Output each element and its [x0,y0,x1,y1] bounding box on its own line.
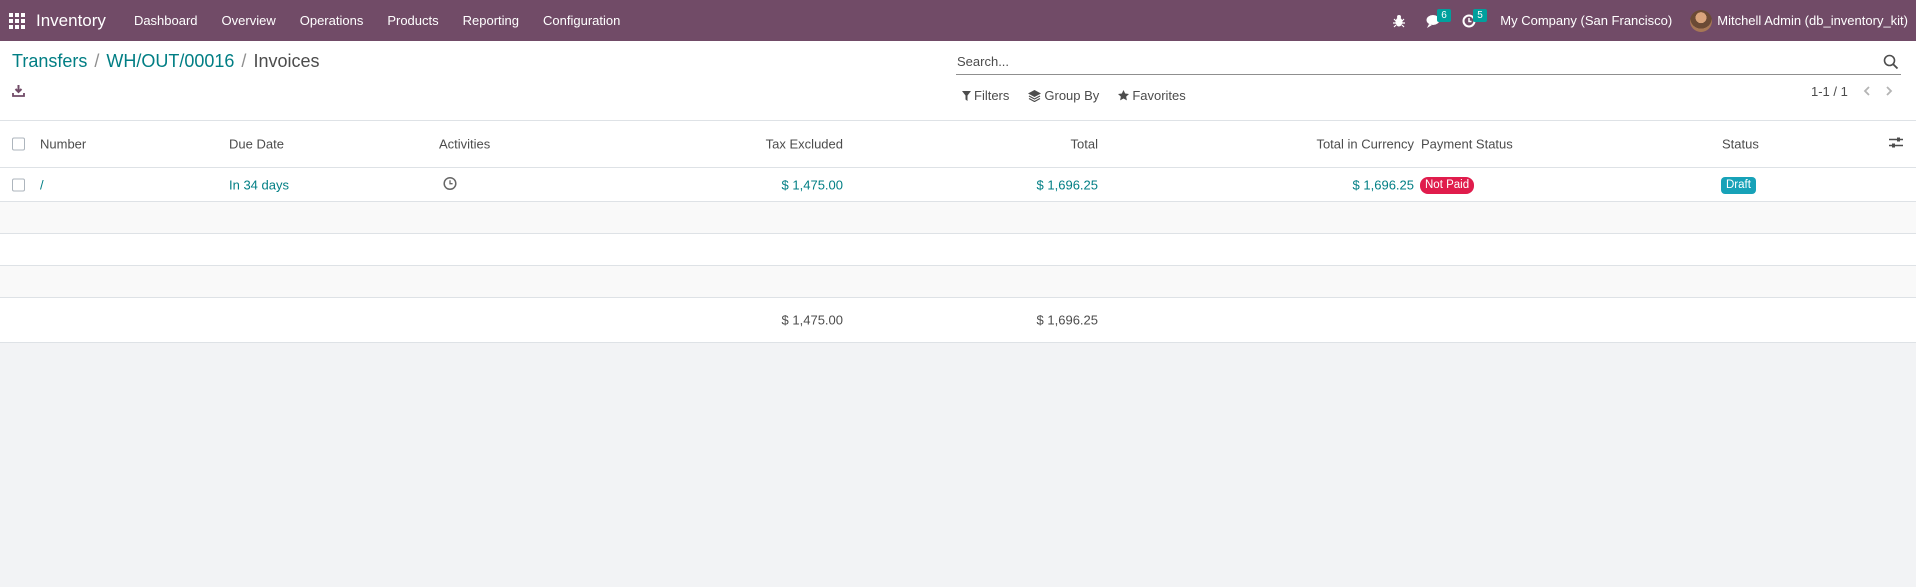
column-status[interactable]: Status [1722,137,1759,152]
favorites-button[interactable]: Favorites [1118,88,1186,103]
control-panel: Transfers / WH/OUT/00016 / Invoices Filt… [0,41,1916,121]
column-due-date[interactable]: Due Date [229,137,284,152]
not-paid-badge: Not Paid [1420,176,1475,194]
layers-icon [1028,89,1042,102]
total-in-currency-value: $ 1,696.25 [1352,177,1414,192]
column-activities[interactable]: Activities [439,137,490,152]
star-icon [1118,90,1130,101]
activities-badge: 5 [1473,9,1487,22]
total-sum: $ 1,696.25 [1036,312,1098,328]
debug-icon[interactable] [1382,0,1416,41]
company-switcher[interactable]: My Company (San Francisco) [1486,13,1690,28]
filter-icon [962,90,971,101]
menu-operations[interactable]: Operations [288,0,376,41]
payment-status-badge: Not Paid [1420,176,1475,194]
breadcrumb-separator: / [94,51,100,71]
breadcrumb: Transfers / WH/OUT/00016 / Invoices [12,51,319,72]
search-bar [956,49,1901,75]
empty-row [0,234,1916,266]
pager-next-button[interactable] [1878,83,1900,99]
pager-value[interactable]: 1-1 / 1 [1811,84,1848,99]
status-badge: Draft [1721,176,1756,194]
user-menu[interactable]: Mitchell Admin (db_inventory_kit) [1690,9,1916,32]
user-name: Mitchell Admin (db_inventory_kit) [1717,13,1908,28]
messages-icon[interactable]: 6 [1416,0,1452,41]
search-input[interactable] [956,54,1883,69]
empty-row [0,202,1916,234]
column-total[interactable]: Total [1071,137,1098,152]
search-options: Filters Group By Favorites [962,88,1205,103]
menu-products[interactable]: Products [375,0,450,41]
app-name[interactable]: Inventory [36,11,106,31]
activities-icon[interactable]: 5 [1452,0,1487,41]
column-tax-excluded[interactable]: Tax Excluded [766,137,843,152]
menu-dashboard[interactable]: Dashboard [122,0,210,41]
empty-content-area [0,343,1916,587]
favorites-label: Favorites [1132,88,1186,103]
group-by-button[interactable]: Group By [1028,88,1099,103]
column-number[interactable]: Number [40,137,86,152]
activity-clock-icon[interactable] [443,176,457,193]
draft-badge: Draft [1721,176,1756,194]
invoice-list: Number Due Date Activities Tax Excluded … [0,121,1916,343]
table-row[interactable]: / In 34 days $ 1,475.00 $ 1,696.25 $ 1,6… [0,168,1916,202]
apps-menu-icon[interactable] [9,12,25,29]
select-all-checkbox[interactable] [12,137,25,151]
breadcrumb-separator: / [241,51,247,71]
pager: 1-1 / 1 [1811,83,1900,99]
table-header: Number Due Date Activities Tax Excluded … [0,121,1916,168]
column-total-in-currency[interactable]: Total in Currency [1316,137,1414,152]
messages-badge: 6 [1437,9,1451,22]
invoice-number[interactable]: / [40,177,44,192]
top-navbar: Inventory Dashboard Overview Operations … [0,0,1916,41]
empty-row [0,266,1916,298]
chevron-left-icon [1863,86,1870,96]
pager-previous-button[interactable] [1856,83,1878,99]
avatar [1690,9,1713,32]
page-title: Invoices [253,51,320,71]
menu-configuration[interactable]: Configuration [531,0,632,41]
total-value: $ 1,696.25 [1036,177,1098,192]
column-payment-status[interactable]: Payment Status [1421,137,1513,152]
breadcrumb-transfers[interactable]: Transfers [12,51,87,72]
tax-excluded-value: $ 1,475.00 [781,177,843,192]
tax-excluded-total: $ 1,475.00 [781,312,843,328]
optional-columns-icon[interactable] [1889,137,1903,152]
breadcrumb-picking[interactable]: WH/OUT/00016 [106,51,234,72]
search-icon[interactable] [1883,54,1899,70]
menu-reporting[interactable]: Reporting [451,0,531,41]
table-footer: $ 1,475.00 $ 1,696.25 [0,298,1916,343]
due-date: In 34 days [229,177,289,192]
row-checkbox[interactable] [12,178,25,191]
menu-overview[interactable]: Overview [210,0,288,41]
main-menu: Dashboard Overview Operations Products R… [122,0,632,41]
group-by-label: Group By [1044,88,1100,103]
chevron-right-icon [1886,86,1893,96]
filters-label: Filters [974,88,1010,103]
download-icon[interactable] [12,84,28,100]
filters-button[interactable]: Filters [962,88,1009,103]
